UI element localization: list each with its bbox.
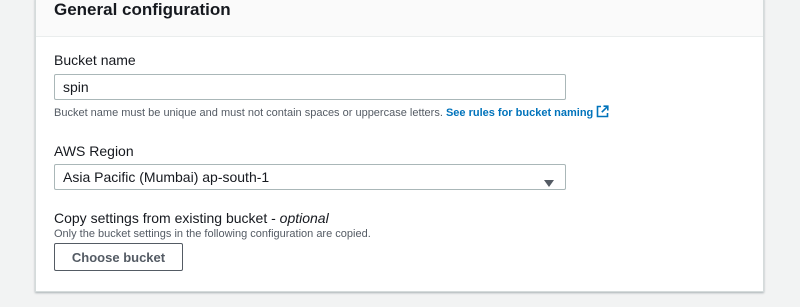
bucket-name-hint-text: Bucket name must be unique and must not … (54, 107, 443, 119)
panel-title: General configuration (54, 0, 231, 19)
bucket-naming-rules-link[interactable]: See rules for bucket naming (445, 105, 609, 122)
aws-region-select[interactable]: Asia Pacific (Mumbai) ap-south-1 (54, 164, 566, 190)
aws-region-label: AWS Region (54, 143, 134, 159)
bucket-name-label: Bucket name (54, 52, 136, 68)
bucket-name-hint: Bucket name must be unique and must not … (54, 105, 609, 122)
copy-settings-hint: Only the bucket settings in the followin… (54, 228, 371, 240)
external-link-icon (596, 105, 609, 122)
bucket-name-input[interactable] (54, 74, 566, 100)
bucket-naming-rules-link-label: See rules for bucket naming (445, 107, 594, 119)
copy-settings-label-text: Copy settings from existing bucket - (54, 210, 280, 226)
caret-down-icon (544, 174, 554, 192)
optional-marker: optional (279, 210, 329, 226)
general-configuration-panel: General configuration Bucket name Bucket… (35, 0, 764, 292)
aws-region-selected-value: Asia Pacific (Mumbai) ap-south-1 (63, 169, 270, 185)
copy-settings-label: Copy settings from existing bucket - opt… (54, 209, 329, 227)
choose-bucket-button[interactable]: Choose bucket (54, 243, 183, 271)
panel-header: General configuration (36, 0, 763, 37)
